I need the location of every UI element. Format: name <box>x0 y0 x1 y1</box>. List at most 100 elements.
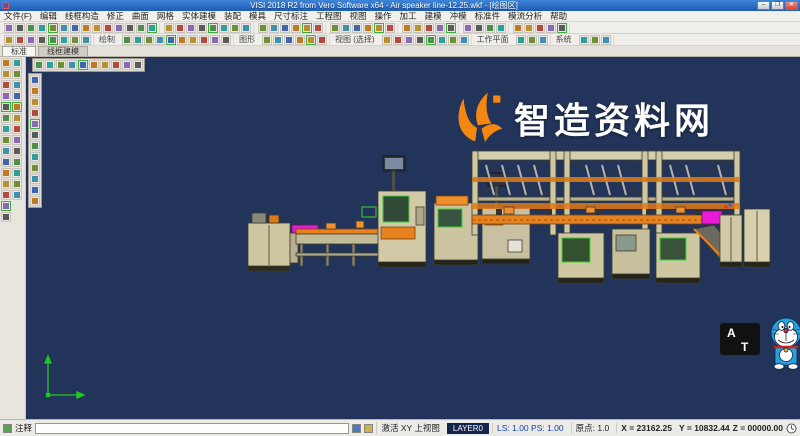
menu-item[interactable]: 实体建模 <box>178 10 220 22</box>
toolbar-icon[interactable] <box>12 102 22 112</box>
toolbar-icon[interactable] <box>122 35 132 45</box>
viewport-canvas[interactable]: 智造资料网 A T <box>26 57 800 419</box>
toolbar-icon[interactable] <box>56 60 66 70</box>
prompt-input[interactable] <box>35 423 349 434</box>
toolbar-icon[interactable] <box>1 135 11 145</box>
toolbar-icon[interactable] <box>125 23 135 33</box>
toolbar-icon[interactable] <box>210 35 220 45</box>
toolbar-icon[interactable] <box>59 35 69 45</box>
toolbar-icon[interactable] <box>295 35 305 45</box>
toolbar-icon[interactable] <box>30 196 40 206</box>
toolbar-icon[interactable] <box>437 35 447 45</box>
toolbar-icon[interactable] <box>463 23 473 33</box>
toolbar-icon[interactable] <box>1 168 11 178</box>
toolbar-icon[interactable] <box>306 35 316 45</box>
toolbar-icon[interactable] <box>30 108 40 118</box>
toolbar-icon[interactable] <box>12 124 22 134</box>
toolbar-icon[interactable] <box>601 35 611 45</box>
toolbar-icon[interactable] <box>258 23 268 33</box>
toolbar-icon[interactable] <box>144 35 154 45</box>
toolbar-icon[interactable] <box>166 35 176 45</box>
menu-item[interactable]: 曲面 <box>128 10 153 22</box>
toolbar-icon[interactable] <box>12 80 22 90</box>
menu-item[interactable]: 编辑 <box>36 10 61 22</box>
toolbar-icon[interactable] <box>37 35 47 45</box>
menu-item[interactable]: 标准件 <box>471 10 505 22</box>
toolbar-icon[interactable] <box>12 179 22 189</box>
toolbar-icon[interactable] <box>513 23 523 33</box>
toolbar-icon[interactable] <box>70 23 80 33</box>
toolbar-icon[interactable] <box>1 113 11 123</box>
toolbar-icon[interactable] <box>30 86 40 96</box>
menu-item[interactable]: 修正 <box>103 10 128 22</box>
toolbar-icon[interactable] <box>48 35 58 45</box>
toolbar-icon[interactable] <box>474 23 484 33</box>
toolbar-icon[interactable] <box>186 23 196 33</box>
toolbar-icon[interactable] <box>188 35 198 45</box>
toolbar-icon[interactable] <box>81 23 91 33</box>
toolbar-icon[interactable] <box>30 75 40 85</box>
toolbar-icon[interactable] <box>1 157 11 167</box>
toolbar-icon[interactable] <box>538 35 548 45</box>
menu-item[interactable]: 模流分析 <box>504 10 546 22</box>
toolbar-icon[interactable] <box>136 23 146 33</box>
toolbar-icon[interactable] <box>37 23 47 33</box>
toolbar-icon[interactable] <box>302 23 312 33</box>
toolbar-icon[interactable] <box>402 23 412 33</box>
toolbar-icon[interactable] <box>1 124 11 134</box>
maximize-button[interactable]: ❐ <box>771 1 784 10</box>
toolbar-icon[interactable] <box>330 23 340 33</box>
toolbar-icon[interactable] <box>30 185 40 195</box>
toolbar-icon[interactable] <box>352 23 362 33</box>
toolbar-icon[interactable] <box>269 23 279 33</box>
toolbar-icon[interactable] <box>1 190 11 200</box>
toolbar-icon[interactable] <box>114 23 124 33</box>
toolbar-icon[interactable] <box>12 168 22 178</box>
toolbar-icon[interactable] <box>81 35 91 45</box>
toolbar-icon[interactable] <box>413 23 423 33</box>
toolbar-icon[interactable] <box>78 60 88 70</box>
toolbar-tab[interactable]: 线框建模 <box>38 46 88 56</box>
toolbar-icon[interactable] <box>404 35 414 45</box>
toolbar-icon[interactable] <box>415 35 425 45</box>
toolbar-icon[interactable] <box>12 190 22 200</box>
toolbar-icon[interactable] <box>30 97 40 107</box>
toolbar-icon[interactable] <box>1 91 11 101</box>
toolbar-icon[interactable] <box>1 69 11 79</box>
toolbar-icon[interactable] <box>385 23 395 33</box>
toolbar-icon[interactable] <box>1 146 11 156</box>
menu-item[interactable]: 建模 <box>421 10 446 22</box>
toolbar-icon[interactable] <box>4 35 14 45</box>
toolbar-icon[interactable] <box>374 23 384 33</box>
toolbar-icon[interactable] <box>89 60 99 70</box>
toolbar-icon[interactable] <box>535 23 545 33</box>
scale-status[interactable]: LS: 1.00 PS: 1.00 <box>492 423 568 433</box>
toolbar-icon[interactable] <box>527 35 537 45</box>
menu-item[interactable]: 工程图 <box>312 10 346 22</box>
toolbar-icon[interactable] <box>30 141 40 151</box>
toolbar-icon[interactable] <box>590 35 600 45</box>
toolbar-icon[interactable] <box>446 23 456 33</box>
toolbar-icon[interactable] <box>424 23 434 33</box>
toolbar-icon[interactable] <box>485 23 495 33</box>
toolbar-icon[interactable] <box>280 23 290 33</box>
toolbar-icon[interactable] <box>12 157 22 167</box>
menu-item[interactable]: 模具 <box>245 10 270 22</box>
toolbar-icon[interactable] <box>459 35 469 45</box>
toolbar-icon[interactable] <box>221 35 231 45</box>
toolbar-tab[interactable]: 标准 <box>2 46 36 56</box>
toolbar-icon[interactable] <box>363 23 373 33</box>
active-view-status[interactable]: 激活 XY 上视图 <box>376 422 443 434</box>
toolbar-icon[interactable] <box>208 23 218 33</box>
toolbar-icon[interactable] <box>155 35 165 45</box>
menu-item[interactable]: 帮助 <box>546 10 571 22</box>
toolbar-icon[interactable] <box>26 23 36 33</box>
snap-icon[interactable] <box>364 424 373 433</box>
toolbar-icon[interactable] <box>382 35 392 45</box>
clock-icon[interactable] <box>786 423 797 434</box>
menu-item[interactable]: 加工 <box>396 10 421 22</box>
toolbar-icon[interactable] <box>70 35 80 45</box>
toolbar-icon[interactable] <box>175 23 185 33</box>
toolbar-icon[interactable] <box>284 35 294 45</box>
toolbar-icon[interactable] <box>1 102 11 112</box>
